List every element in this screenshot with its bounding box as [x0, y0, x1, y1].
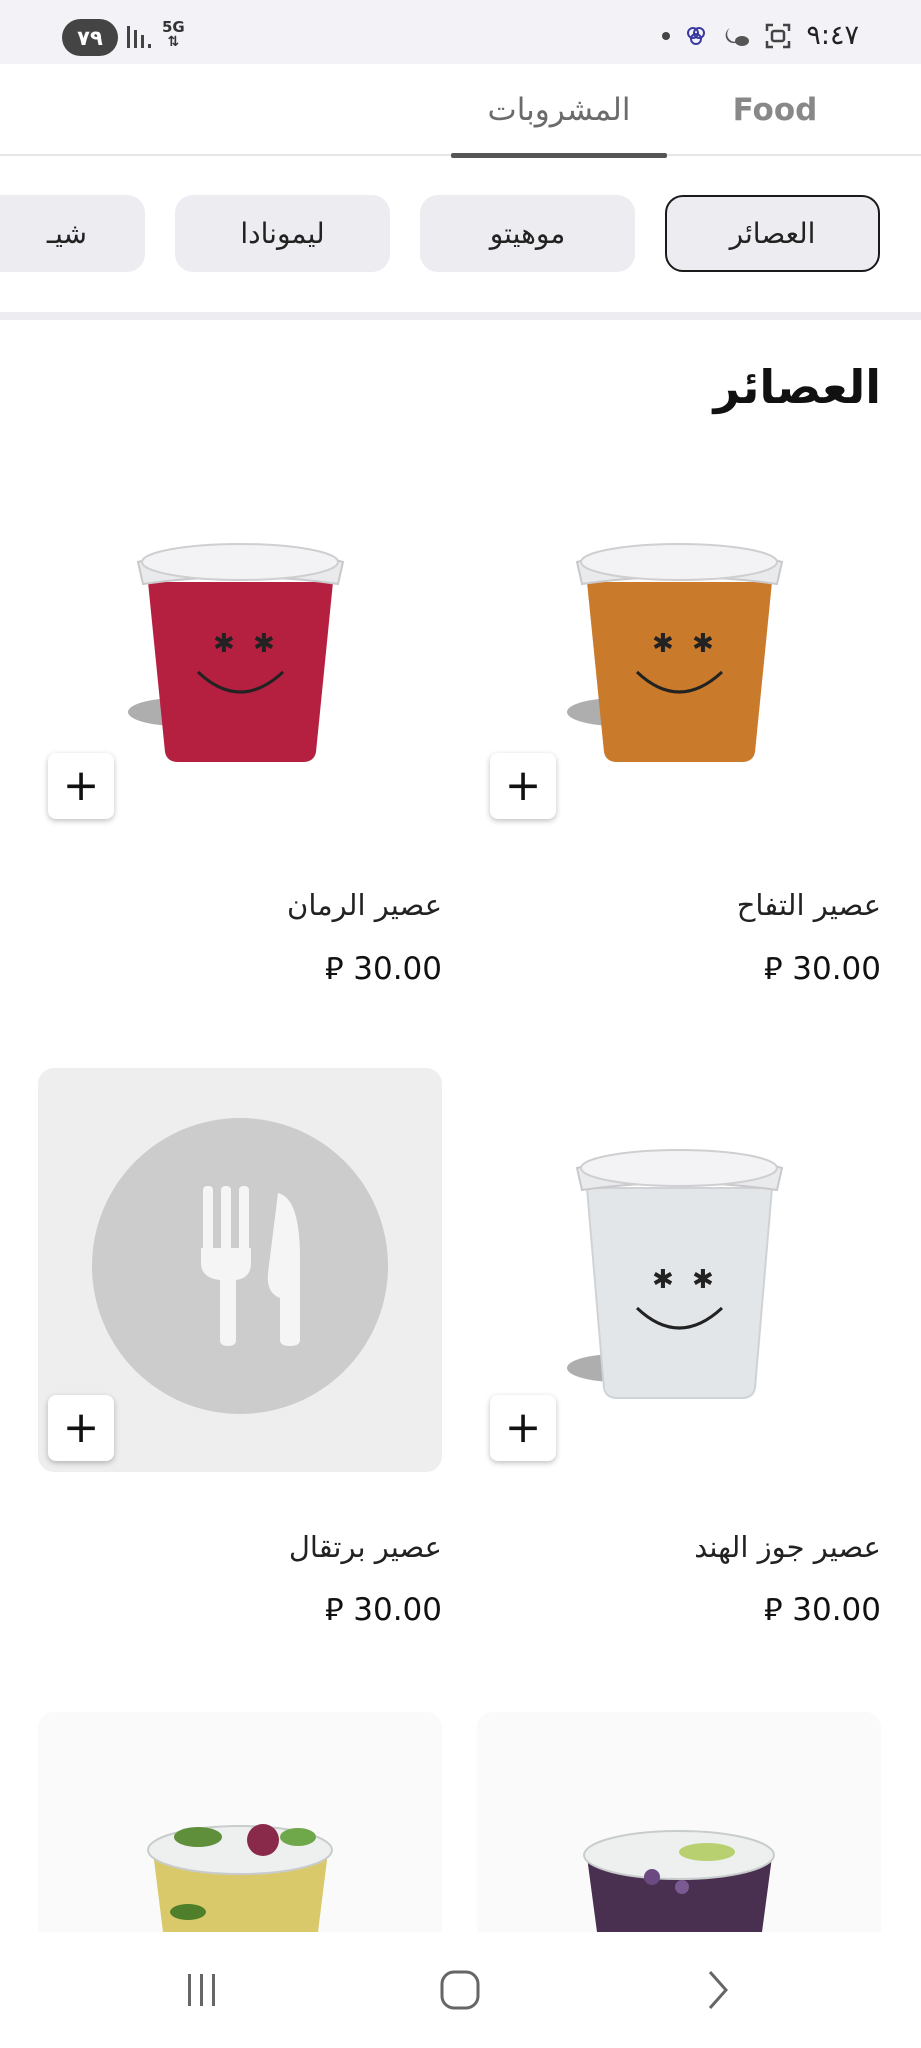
- product-image-mojito-partial[interactable]: [38, 1712, 442, 1932]
- section-title: العصائر: [713, 360, 882, 414]
- chip-lemonade[interactable]: ليمونادا: [175, 195, 390, 272]
- product-price: ⃁ 30.00: [38, 947, 442, 988]
- menu-tabs: Food المشروبات: [0, 64, 921, 158]
- screenshot-icon: [766, 23, 791, 48]
- add-coconut-juice-button[interactable]: +: [490, 1395, 556, 1461]
- chip-mojito[interactable]: موهيتو: [420, 195, 635, 272]
- add-pomegranate-juice-button[interactable]: +: [48, 753, 114, 819]
- product-name: عصير جوز الهند: [694, 1530, 881, 1564]
- riyal-icon: ⃁: [324, 1592, 354, 1628]
- product-name: عصير التفاح: [736, 888, 881, 922]
- data-arrows-icon: ⇅: [167, 34, 180, 50]
- recent-apps-button[interactable]: [162, 1962, 242, 2018]
- riyal-icon: ⃁: [763, 951, 793, 987]
- price-value: 30.00: [353, 1592, 442, 1628]
- riyal-icon: ⃁: [324, 951, 354, 987]
- back-icon: [708, 1971, 729, 2009]
- tab-drinks[interactable]: المشروبات: [451, 64, 667, 158]
- svg-text:✱: ✱: [652, 1265, 674, 1295]
- section-divider: [0, 312, 921, 320]
- battery-indicator: ٧٩: [62, 19, 118, 56]
- notification-dot-icon: [662, 31, 671, 40]
- product-price: ⃁ 30.00: [477, 1588, 881, 1629]
- svg-text:✱: ✱: [253, 629, 275, 659]
- app-notification-icon: [687, 26, 706, 45]
- riyal-icon: ⃁: [763, 1592, 793, 1628]
- back-button[interactable]: [678, 1962, 758, 2018]
- clock: ٩:٤٧: [806, 20, 859, 51]
- product-image-berry-partial[interactable]: [477, 1712, 881, 1932]
- product-price: ⃁ 30.00: [38, 1588, 442, 1629]
- add-orange-juice-button[interactable]: +: [48, 1395, 114, 1461]
- add-apple-juice-button[interactable]: +: [490, 753, 556, 819]
- network-indicator: 5G ⇅: [162, 20, 185, 50]
- svg-text:✱: ✱: [652, 629, 674, 659]
- svg-text:✱: ✱: [692, 629, 714, 659]
- home-button[interactable]: [420, 1962, 500, 2018]
- status-bar: ٧٩ 5G ⇅ ٩:٤٧: [0, 0, 921, 64]
- mojito-cup-icon: [38, 1712, 442, 1932]
- category-chips: العصائر موهيتو ليمونادا شيـ: [0, 158, 921, 318]
- home-icon: [440, 1970, 480, 2010]
- product-name: عصير برتقال: [288, 1530, 442, 1564]
- svg-text:✱: ✱: [213, 629, 235, 659]
- price-value: 30.00: [353, 951, 442, 987]
- status-right: ٩:٤٧: [662, 20, 859, 51]
- tab-food[interactable]: Food: [695, 64, 855, 156]
- product-price: ⃁ 30.00: [477, 947, 881, 988]
- chip-juices[interactable]: العصائر: [665, 195, 880, 272]
- chip-partial[interactable]: شيـ: [0, 195, 145, 272]
- system-nav-bar: [0, 1932, 921, 2048]
- price-value: 30.00: [792, 951, 881, 987]
- weather-icon: [726, 27, 750, 46]
- berry-cup-icon: [477, 1712, 881, 1932]
- recent-apps-icon: [188, 1974, 215, 2006]
- price-value: 30.00: [792, 1592, 881, 1628]
- svg-text:✱: ✱: [692, 1265, 714, 1295]
- product-name: عصير الرمان: [287, 888, 442, 922]
- signal-icon: [127, 26, 151, 48]
